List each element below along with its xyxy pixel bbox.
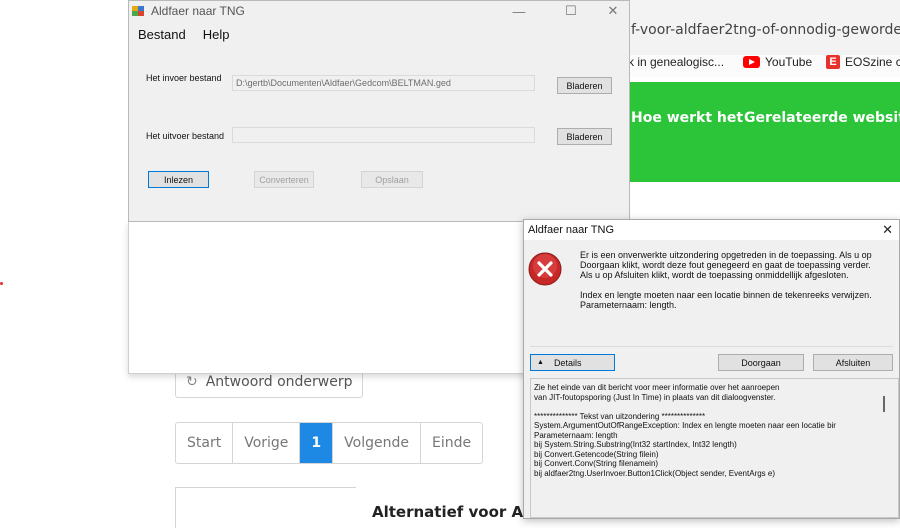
page-1[interactable]: 1 — [300, 423, 334, 463]
app-title-bar[interactable]: Aldfaer naar TNG — ☐ ✕ — [129, 1, 629, 21]
details-scrollbar-thumb[interactable] — [883, 396, 885, 412]
topic-author-card — [175, 487, 356, 528]
exception-message: Er is een onverwerkte uitzondering opget… — [580, 250, 872, 280]
details-line: Zie het einde van dit bericht voor meer … — [534, 383, 780, 392]
minimize-button[interactable]: — — [504, 1, 534, 21]
nav-how-it-works[interactable]: Hoe werkt het — [631, 110, 743, 126]
close-icon: ✕ — [607, 3, 619, 18]
eoszine-icon: E — [826, 55, 840, 69]
youtube-icon — [743, 56, 760, 68]
maximize-icon: ☐ — [565, 3, 577, 18]
red-dot — [0, 282, 3, 285]
details-line: van JIT-foutopsporing (Just In Time) in … — [534, 392, 776, 402]
app-title: Aldfaer naar TNG — [151, 4, 245, 18]
topic-title[interactable]: Alternatief voor Al — [372, 503, 528, 521]
convert-button[interactable]: Converteren — [254, 171, 314, 188]
details-line: bij Convert.Conv(String filenamein) — [534, 459, 659, 468]
page-next[interactable]: Volgende — [333, 423, 421, 463]
dialog-close-icon[interactable]: ✕ — [882, 222, 893, 238]
continue-button[interactable]: Doorgaan — [718, 354, 804, 371]
save-button[interactable]: Opslaan — [361, 171, 423, 188]
menu-help[interactable]: Help — [194, 25, 238, 45]
pagination: Start Vorige 1 Volgende Einde — [175, 422, 484, 464]
bookmark-eoszine[interactable]: E EOSzine c — [826, 55, 900, 69]
bookmark-genealogy[interactable]: k in genealogisc... — [628, 55, 724, 69]
maximize-button[interactable]: ☐ — [556, 1, 586, 21]
browser-url-text[interactable]: f-voor-aldfaer2tng-of-onnodig-geworden.h — [631, 22, 900, 38]
close-button[interactable]: ✕ — [598, 1, 628, 21]
quit-button[interactable]: Afsluiten — [813, 354, 893, 371]
reply-icon: ↻ — [186, 374, 198, 390]
details-line: bij Convert.Getencode(String filein) — [534, 449, 659, 459]
bookmarks-bar: k in genealogisc... YouTube E EOSzine c — [628, 55, 900, 77]
dialog-divider — [530, 346, 893, 347]
dialog-title-bar[interactable]: Aldfaer naar TNG ✕ — [524, 220, 899, 240]
bookmark-youtube[interactable]: YouTube — [743, 55, 812, 69]
details-line — [534, 402, 888, 412]
nav-related-websites[interactable]: Gerelateerde websites — [744, 110, 900, 126]
details-button[interactable]: ▲ Details — [530, 354, 615, 371]
browse-input-button[interactable]: Bladeren — [557, 77, 612, 94]
menu-bar: Bestand Help — [129, 25, 237, 45]
error-dialog: Aldfaer naar TNG ✕ Er is een onverwerkte… — [523, 219, 900, 519]
app-icon — [132, 6, 144, 16]
app-window: Aldfaer naar TNG — ☐ ✕ Bestand Help Het … — [128, 0, 630, 222]
details-text-area[interactable]: Zie het einde van dit bericht voor meer … — [530, 378, 899, 518]
details-line: ************** Tekst van uitzondering **… — [534, 411, 706, 421]
output-file-field[interactable] — [232, 127, 535, 143]
output-file-label: Het uitvoer bestand — [146, 131, 225, 141]
page-end[interactable]: Einde — [421, 423, 482, 463]
dialog-title: Aldfaer naar TNG — [528, 224, 615, 236]
details-line: bij System.String.Substring(Int32 startI… — [534, 440, 737, 449]
exception-detail: Index en lengte moeten naar een locatie … — [580, 290, 872, 310]
input-file-label: Het invoer bestand — [146, 73, 222, 83]
menu-bestand[interactable]: Bestand — [129, 25, 194, 45]
error-icon — [528, 252, 562, 286]
site-nav-bar: Hoe werkt het Gerelateerde websites — [628, 82, 900, 182]
details-line: Parameternaam: length — [534, 430, 618, 440]
collapse-arrow-icon: ▲ — [537, 359, 544, 366]
details-line: System.ArgumentOutOfRangeException: Inde… — [534, 421, 836, 430]
minimize-icon: — — [512, 3, 526, 19]
input-file-field[interactable]: D:\gertb\Documenten\Aldfaer\Gedcom\BELTM… — [232, 75, 535, 91]
read-button[interactable]: Inlezen — [148, 171, 209, 188]
page-previous[interactable]: Vorige — [233, 423, 301, 463]
dialog-message: Er is een onverwerkte uitzondering opget… — [580, 250, 885, 310]
page-start[interactable]: Start — [176, 423, 234, 463]
details-line: bij aldfaer2tng.UserInvoer.Button1Click(… — [534, 468, 776, 478]
browse-output-button[interactable]: Bladeren — [557, 128, 612, 145]
